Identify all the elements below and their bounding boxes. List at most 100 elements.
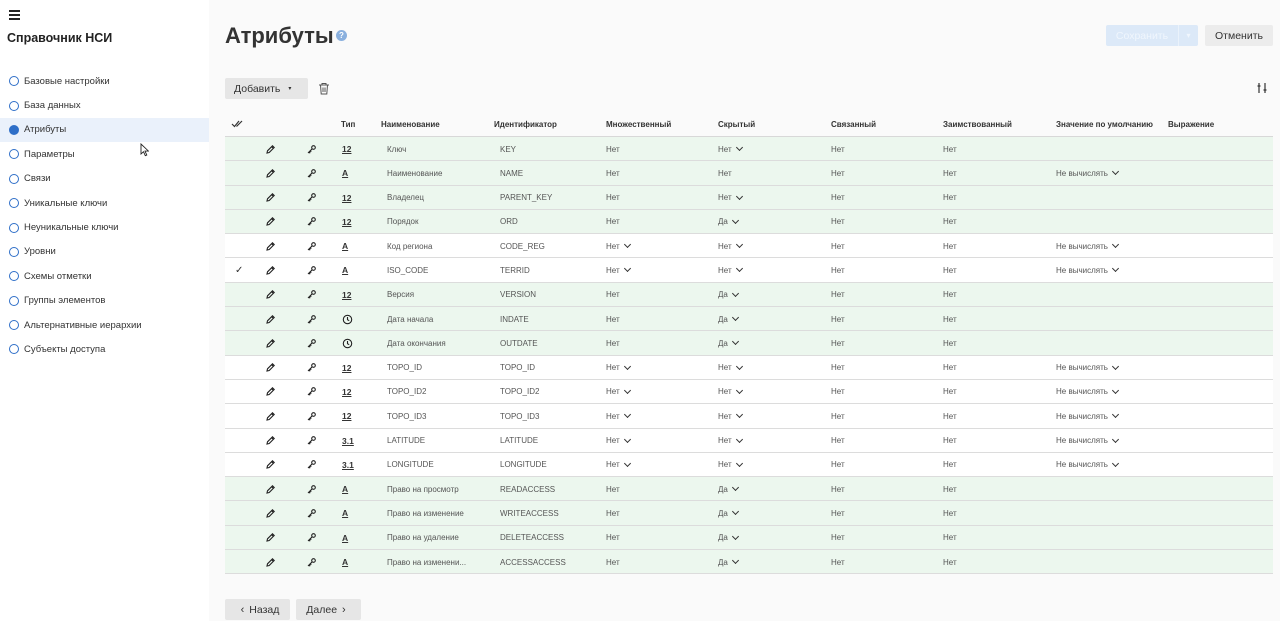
hidden-cell[interactable]: Нет xyxy=(718,356,743,380)
cancel-button[interactable]: Отменить xyxy=(1205,25,1273,46)
chevron-down-icon[interactable] xyxy=(735,241,743,249)
type-label[interactable]: A xyxy=(342,241,348,251)
edit-pencil-icon[interactable] xyxy=(265,137,276,161)
sidebar-item[interactable]: Уникальные ключи xyxy=(0,191,209,215)
edit-pencil-icon[interactable] xyxy=(265,283,276,307)
type-cell[interactable]: 12 xyxy=(342,283,351,307)
chevron-down-icon[interactable] xyxy=(1111,435,1119,443)
type-cell[interactable]: 3.1 xyxy=(342,429,354,453)
edit-pencil-icon[interactable] xyxy=(265,453,276,477)
type-cell[interactable]: A xyxy=(342,234,348,258)
hidden-cell[interactable]: Да xyxy=(718,283,739,307)
table-row[interactable]: A Код региона CODE_REG Нет Нет Нет Нет Не вычис… xyxy=(225,234,1273,259)
type-cell[interactable]: A xyxy=(342,501,348,525)
default-value-cell[interactable]: Не вычислять xyxy=(1056,380,1119,404)
edit-pencil-icon[interactable] xyxy=(265,526,276,550)
column-header-multiple[interactable]: Множественный xyxy=(606,120,671,129)
chevron-down-icon[interactable] xyxy=(623,435,631,443)
key-icon[interactable] xyxy=(306,453,317,477)
chevron-down-icon[interactable] xyxy=(735,192,743,200)
chevron-down-icon[interactable] xyxy=(735,386,743,395)
chevron-down-icon[interactable] xyxy=(623,459,631,467)
hidden-cell[interactable]: Да xyxy=(718,501,739,525)
default-value-cell[interactable]: Не вычислять xyxy=(1056,258,1119,282)
type-label[interactable]: 12 xyxy=(342,387,351,397)
table-row[interactable]: Дата начала INDATE Нет Да Нет Нет xyxy=(225,307,1273,332)
add-button[interactable]: Добавить ▾ xyxy=(225,78,308,99)
column-header-expression[interactable]: Выражение xyxy=(1168,120,1214,129)
column-header-type[interactable]: Тип xyxy=(341,120,355,129)
table-row[interactable]: A Наименование NAME Нет Нет Нет Нет Не вычислят… xyxy=(225,161,1273,186)
hidden-cell[interactable]: Нет xyxy=(718,186,743,210)
chevron-down-icon[interactable] xyxy=(735,362,743,370)
chevron-down-icon[interactable] xyxy=(731,557,739,565)
type-cell[interactable]: A xyxy=(342,550,348,574)
sidebar-item[interactable]: Схемы отметки xyxy=(0,264,209,288)
type-cell[interactable]: A xyxy=(342,526,348,550)
key-icon[interactable] xyxy=(306,526,317,550)
sidebar-item[interactable]: Атрибуты xyxy=(0,117,209,143)
chevron-down-icon[interactable] xyxy=(1111,386,1119,395)
sidebar-item[interactable]: Неуникальные ключи xyxy=(0,215,209,239)
multiple-cell[interactable]: Нет xyxy=(606,404,631,428)
type-label[interactable]: A xyxy=(342,265,348,275)
type-cell[interactable]: 12 xyxy=(342,186,351,210)
chevron-down-icon[interactable] xyxy=(731,338,739,346)
multiple-cell[interactable]: Нет xyxy=(606,258,631,282)
chevron-down-icon[interactable] xyxy=(623,362,631,370)
key-icon[interactable] xyxy=(306,331,317,355)
default-value-cell[interactable]: Не вычислять xyxy=(1056,429,1119,453)
table-row[interactable]: 12 Владелец PARENT_KEY Нет Нет Нет Нет xyxy=(225,185,1273,210)
chevron-down-icon[interactable] xyxy=(1111,362,1119,370)
hamburger-menu-icon[interactable] xyxy=(9,10,20,20)
edit-pencil-icon[interactable] xyxy=(265,429,276,453)
hidden-cell[interactable]: Да xyxy=(718,210,739,234)
key-icon[interactable] xyxy=(306,137,317,161)
help-icon[interactable]: ? xyxy=(336,30,347,41)
key-icon[interactable] xyxy=(306,307,317,331)
table-row[interactable]: 12 Ключ KEY Нет Нет Нет Нет xyxy=(225,137,1273,162)
chevron-down-icon[interactable] xyxy=(735,435,743,443)
edit-pencil-icon[interactable] xyxy=(265,307,276,331)
chevron-down-icon[interactable] xyxy=(735,143,743,152)
type-cell[interactable]: 3.1 xyxy=(342,453,354,477)
edit-pencil-icon[interactable] xyxy=(265,380,276,404)
type-cell[interactable]: 12 xyxy=(342,404,351,428)
key-icon[interactable] xyxy=(306,356,317,380)
default-value-cell[interactable]: Не вычислять xyxy=(1056,356,1119,380)
multiple-cell[interactable]: Нет xyxy=(606,356,631,380)
multiple-cell[interactable]: Нет xyxy=(606,380,631,404)
save-button[interactable]: Сохранить xyxy=(1106,25,1178,46)
table-row[interactable]: 12 TOPO_ID TOPO_ID Нет Нет Нет Нет Не вычислять xyxy=(225,355,1273,380)
column-header-borrowed[interactable]: Заимствованный xyxy=(943,120,1012,129)
table-row[interactable]: A Право на изменение WRITEACCESS Нет Да Нет Не… xyxy=(225,501,1273,526)
table-row[interactable]: A Право на изменени... ACCESSACCESS Нет Да Не… xyxy=(225,550,1273,575)
chevron-down-icon[interactable] xyxy=(735,265,743,273)
column-header-name[interactable]: Наименование xyxy=(381,120,440,129)
key-icon[interactable] xyxy=(306,210,317,234)
sidebar-item[interactable]: Субъекты доступа xyxy=(0,337,209,361)
chevron-down-icon[interactable] xyxy=(623,241,631,249)
type-cell[interactable]: 12 xyxy=(342,380,351,404)
column-header-linked[interactable]: Связанный xyxy=(831,120,876,129)
hidden-cell[interactable]: Да xyxy=(718,550,739,574)
sidebar-item[interactable]: Базовые настройки xyxy=(0,69,209,93)
sidebar-item[interactable]: Параметры xyxy=(0,142,209,166)
key-icon[interactable] xyxy=(306,380,317,404)
next-button[interactable]: Далее › xyxy=(296,599,361,620)
multiple-cell[interactable]: Нет xyxy=(606,429,631,453)
chevron-down-icon[interactable] xyxy=(1111,168,1119,176)
type-label[interactable]: 12 xyxy=(342,144,351,154)
type-cell[interactable]: 12 xyxy=(342,356,351,380)
column-header-hidden[interactable]: Скрытый xyxy=(718,120,755,129)
table-row[interactable]: 12 Версия VERSION Нет Да Нет Нет xyxy=(225,282,1273,308)
clock-type-icon[interactable] xyxy=(342,307,353,331)
sidebar-item[interactable]: Связи xyxy=(0,167,209,191)
type-label[interactable]: 12 xyxy=(342,411,351,421)
chevron-down-icon[interactable] xyxy=(731,532,739,540)
multiple-cell[interactable]: Нет xyxy=(606,234,631,258)
table-row[interactable]: 12 TOPO_ID3 TOPO_ID3 Нет Нет Нет Нет Не вычисля… xyxy=(225,404,1273,429)
type-cell[interactable]: A xyxy=(342,161,348,185)
chevron-down-icon[interactable] xyxy=(731,216,739,224)
type-label[interactable]: A xyxy=(342,508,348,518)
